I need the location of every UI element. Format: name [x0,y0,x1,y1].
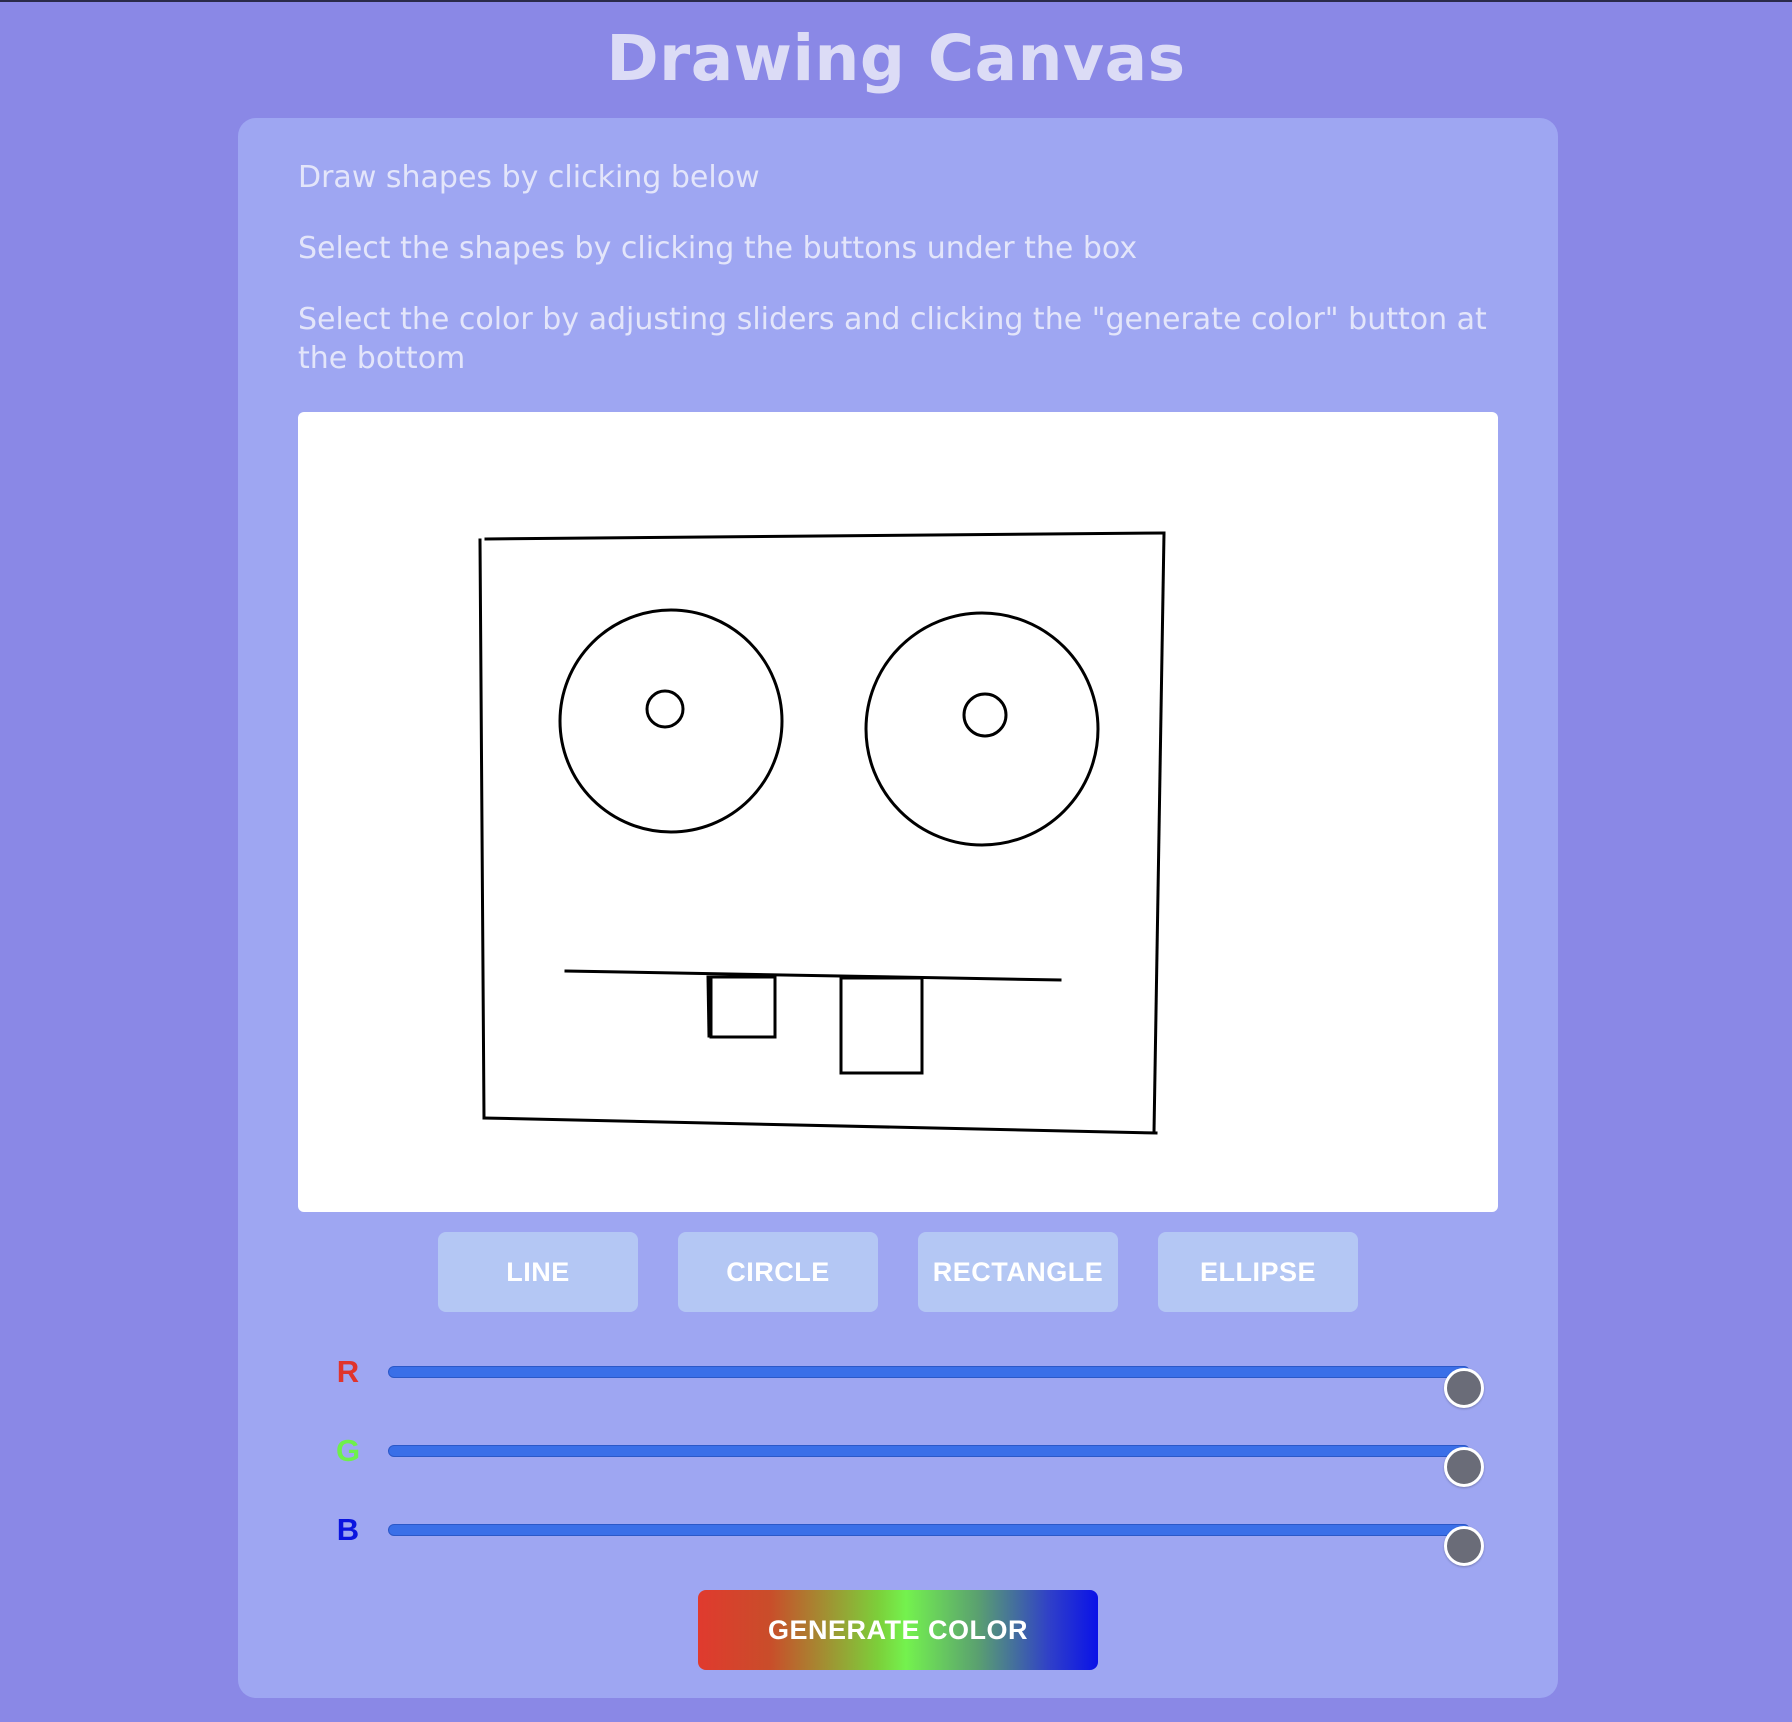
left-tooth-stroke [706,975,711,1038]
green-slider-label: G [335,1433,361,1468]
face-right-line [1152,531,1166,1134]
circle-button[interactable]: CIRCLE [678,1232,878,1312]
blue-slider-label: B [336,1512,360,1547]
left-pupil-circle [645,689,685,729]
line-button[interactable]: LINE [438,1232,638,1312]
shape-buttons: LINE CIRCLE RECTANGLE ELLIPSE [438,1232,1358,1312]
blue-slider-row: B [328,1510,1488,1566]
red-slider-row: R [328,1352,1488,1408]
page-title: Drawing Canvas [606,22,1186,95]
instructions: Draw shapes by clicking below Select the… [298,158,1508,410]
rectangle-button[interactable]: RECTANGLE [918,1232,1118,1312]
left-tooth-rectangle [709,975,777,1039]
face-top-line [484,531,1166,541]
face-left-line [478,538,486,1120]
green-slider-thumb[interactable] [1444,1447,1484,1487]
face-bottom-line [482,1116,1158,1135]
red-slider-thumb[interactable] [1444,1368,1484,1408]
blue-slider[interactable] [388,1524,1484,1566]
left-eye-circle [558,608,784,834]
mouth-line [564,969,1062,982]
green-slider[interactable] [388,1445,1484,1487]
drawing-canvas[interactable] [298,412,1498,1212]
instruction-draw: Draw shapes by clicking below [298,160,760,195]
right-eye-circle [864,611,1100,847]
right-tooth-rectangle [839,976,924,1075]
red-slider[interactable] [388,1366,1484,1408]
green-slider-row: G [328,1431,1488,1487]
top-border [0,0,1792,2]
blue-slider-thumb[interactable] [1444,1526,1484,1566]
ellipse-button[interactable]: ELLIPSE [1158,1232,1358,1312]
drawing-panel: Draw shapes by clicking below Select the… [238,118,1558,1698]
generate-color-button[interactable]: GENERATE COLOR [698,1590,1098,1670]
red-slider-label: R [336,1354,360,1389]
instruction-shapes: Select the shapes by clicking the button… [298,231,1138,266]
canvas-drawing [478,531,1166,1135]
instruction-color: Select the color by adjusting sliders an… [298,302,1487,376]
right-pupil-circle [962,692,1008,738]
